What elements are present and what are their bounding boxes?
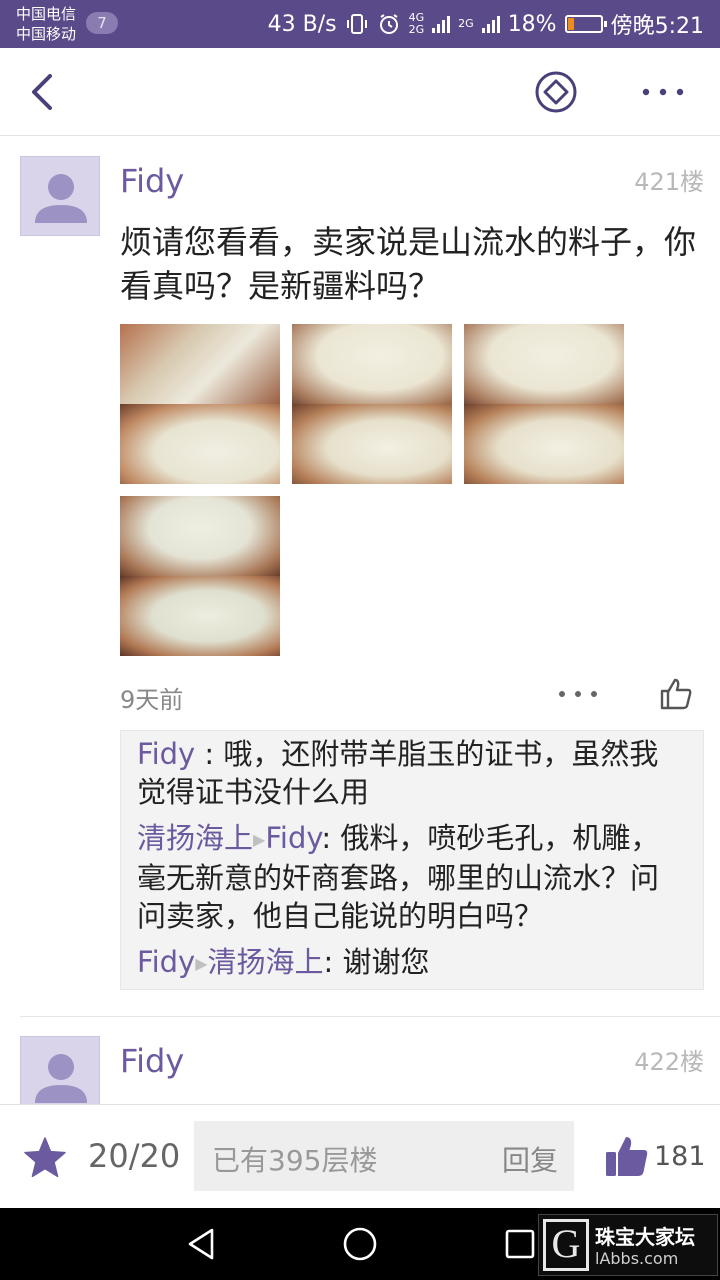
photo-thumbnail[interactable] bbox=[120, 324, 280, 484]
floor-number: 421楼 bbox=[634, 168, 704, 196]
post-author[interactable]: Fidy bbox=[120, 162, 184, 200]
avatar[interactable] bbox=[20, 156, 100, 236]
post-content: 烦请您看看，卖家说是山流水的料子，你看真吗？是新疆料吗？ bbox=[120, 223, 697, 305]
photo-thumbnail[interactable] bbox=[464, 324, 624, 484]
comment-text: 谢谢您 bbox=[342, 945, 430, 979]
carrier-info: 中国电信 中国移动 bbox=[16, 4, 76, 44]
vibrate-icon bbox=[346, 14, 367, 34]
system-nav-bar: G 珠宝大家坛 lAbbs.com bbox=[0, 1208, 720, 1280]
top-nav-bar bbox=[0, 48, 720, 136]
battery-icon bbox=[564, 15, 607, 33]
triangle-back-icon bbox=[188, 1228, 214, 1260]
bottom-toolbar: 20/20 已有395层楼 回复 181 bbox=[0, 1104, 720, 1208]
more-icon bbox=[559, 691, 597, 697]
reply-input[interactable]: 已有395层楼 回复 bbox=[194, 1121, 574, 1191]
square-recents-icon bbox=[505, 1229, 535, 1259]
avatar[interactable] bbox=[20, 1036, 100, 1104]
carrier-1: 中国电信 bbox=[16, 5, 77, 23]
comment-reply-to[interactable]: 清扬海上 bbox=[208, 945, 324, 979]
reply-arrow-icon: ▶ bbox=[253, 830, 266, 849]
reward-button[interactable] bbox=[534, 70, 578, 114]
reply-arrow-icon: ▶ bbox=[195, 954, 208, 973]
status-indicators: 43 B/s 4G 2G 2G 18% 傍晚5:21 bbox=[268, 8, 704, 40]
page-indicator[interactable]: 20/20 bbox=[88, 1137, 180, 1175]
battery-percent: 18% bbox=[507, 11, 557, 37]
back-button[interactable] bbox=[20, 68, 68, 116]
like-count: 181 bbox=[654, 1141, 706, 1172]
status-bar: 中国电信 中国移动 7 43 B/s 4G 2G 2G 18% 傍晚5:21 bbox=[0, 0, 720, 48]
comment-list: Fidy : 哦，还附带羊脂玉的证书，虽然我觉得证书没什么用 清扬海上▶Fidy… bbox=[120, 730, 704, 990]
favorite-button[interactable] bbox=[22, 1135, 68, 1181]
comment-author[interactable]: 清扬海上 bbox=[137, 821, 253, 855]
comment-reply-to[interactable]: Fidy bbox=[265, 821, 321, 855]
post-author[interactable]: Fidy bbox=[120, 1042, 184, 1080]
user-icon bbox=[35, 1054, 87, 1103]
network-type-4g: 4G 2G bbox=[408, 11, 425, 36]
chevron-left-icon bbox=[32, 74, 52, 110]
thumbs-up-icon bbox=[660, 678, 692, 710]
photo-thumbnail[interactable] bbox=[292, 324, 452, 484]
comment-item[interactable]: Fidy : 哦，还附带羊脂玉的证书，虽然我觉得证书没什么用 bbox=[137, 735, 687, 811]
star-icon bbox=[24, 1137, 66, 1178]
clock: 傍晚5:21 bbox=[610, 14, 704, 39]
site-watermark: G 珠宝大家坛 lAbbs.com bbox=[538, 1214, 718, 1276]
post-more-button[interactable] bbox=[556, 682, 600, 706]
network-speed: 43 B/s bbox=[267, 11, 337, 37]
post-421: Fidy 421楼 烦请您看看，卖家说是山流水的料子，你看真吗？是新疆料吗？ 9… bbox=[0, 136, 720, 1016]
notification-badge: 7 bbox=[86, 12, 118, 34]
reply-placeholder: 已有395层楼 bbox=[212, 1144, 378, 1177]
user-icon bbox=[35, 174, 87, 223]
reply-button[interactable]: 回复 bbox=[502, 1139, 558, 1179]
system-home-button[interactable] bbox=[342, 1226, 378, 1262]
system-back-button[interactable] bbox=[184, 1226, 220, 1262]
alarm-icon bbox=[379, 14, 398, 34]
comment-author[interactable]: Fidy bbox=[137, 945, 195, 979]
signal-icon-2 bbox=[481, 15, 500, 33]
diamond-icon bbox=[535, 71, 577, 113]
comment-item[interactable]: 清扬海上▶Fidy: 俄料，喷砂毛孔，机雕，毫无新意的奸商套路，哪里的山流水？问… bbox=[137, 819, 687, 935]
watermark-site: lAbbs.com bbox=[595, 1249, 679, 1268]
floor-number: 422楼 bbox=[634, 1048, 704, 1076]
signal-icon-1 bbox=[432, 15, 451, 33]
watermark-logo: G bbox=[543, 1219, 589, 1271]
carrier-2: 中国移动 bbox=[16, 25, 77, 43]
photo-thumbnail[interactable] bbox=[120, 496, 280, 656]
comment-author[interactable]: Fidy bbox=[137, 737, 195, 771]
like-button[interactable] bbox=[604, 1133, 650, 1179]
system-recents-button[interactable] bbox=[504, 1228, 536, 1260]
network-type-2g: 2G bbox=[458, 17, 474, 30]
post-422: Fidy 422楼 bbox=[0, 1016, 720, 1104]
more-button[interactable] bbox=[638, 72, 688, 112]
post-time: 9天前 bbox=[120, 686, 184, 714]
comment-item[interactable]: Fidy▶清扬海上: 谢谢您 bbox=[137, 943, 687, 983]
post-like-button[interactable] bbox=[658, 676, 694, 712]
circle-home-icon bbox=[343, 1227, 377, 1261]
thumbs-up-icon bbox=[606, 1137, 648, 1176]
more-icon bbox=[642, 88, 684, 96]
watermark-title: 珠宝大家坛 bbox=[595, 1225, 695, 1249]
